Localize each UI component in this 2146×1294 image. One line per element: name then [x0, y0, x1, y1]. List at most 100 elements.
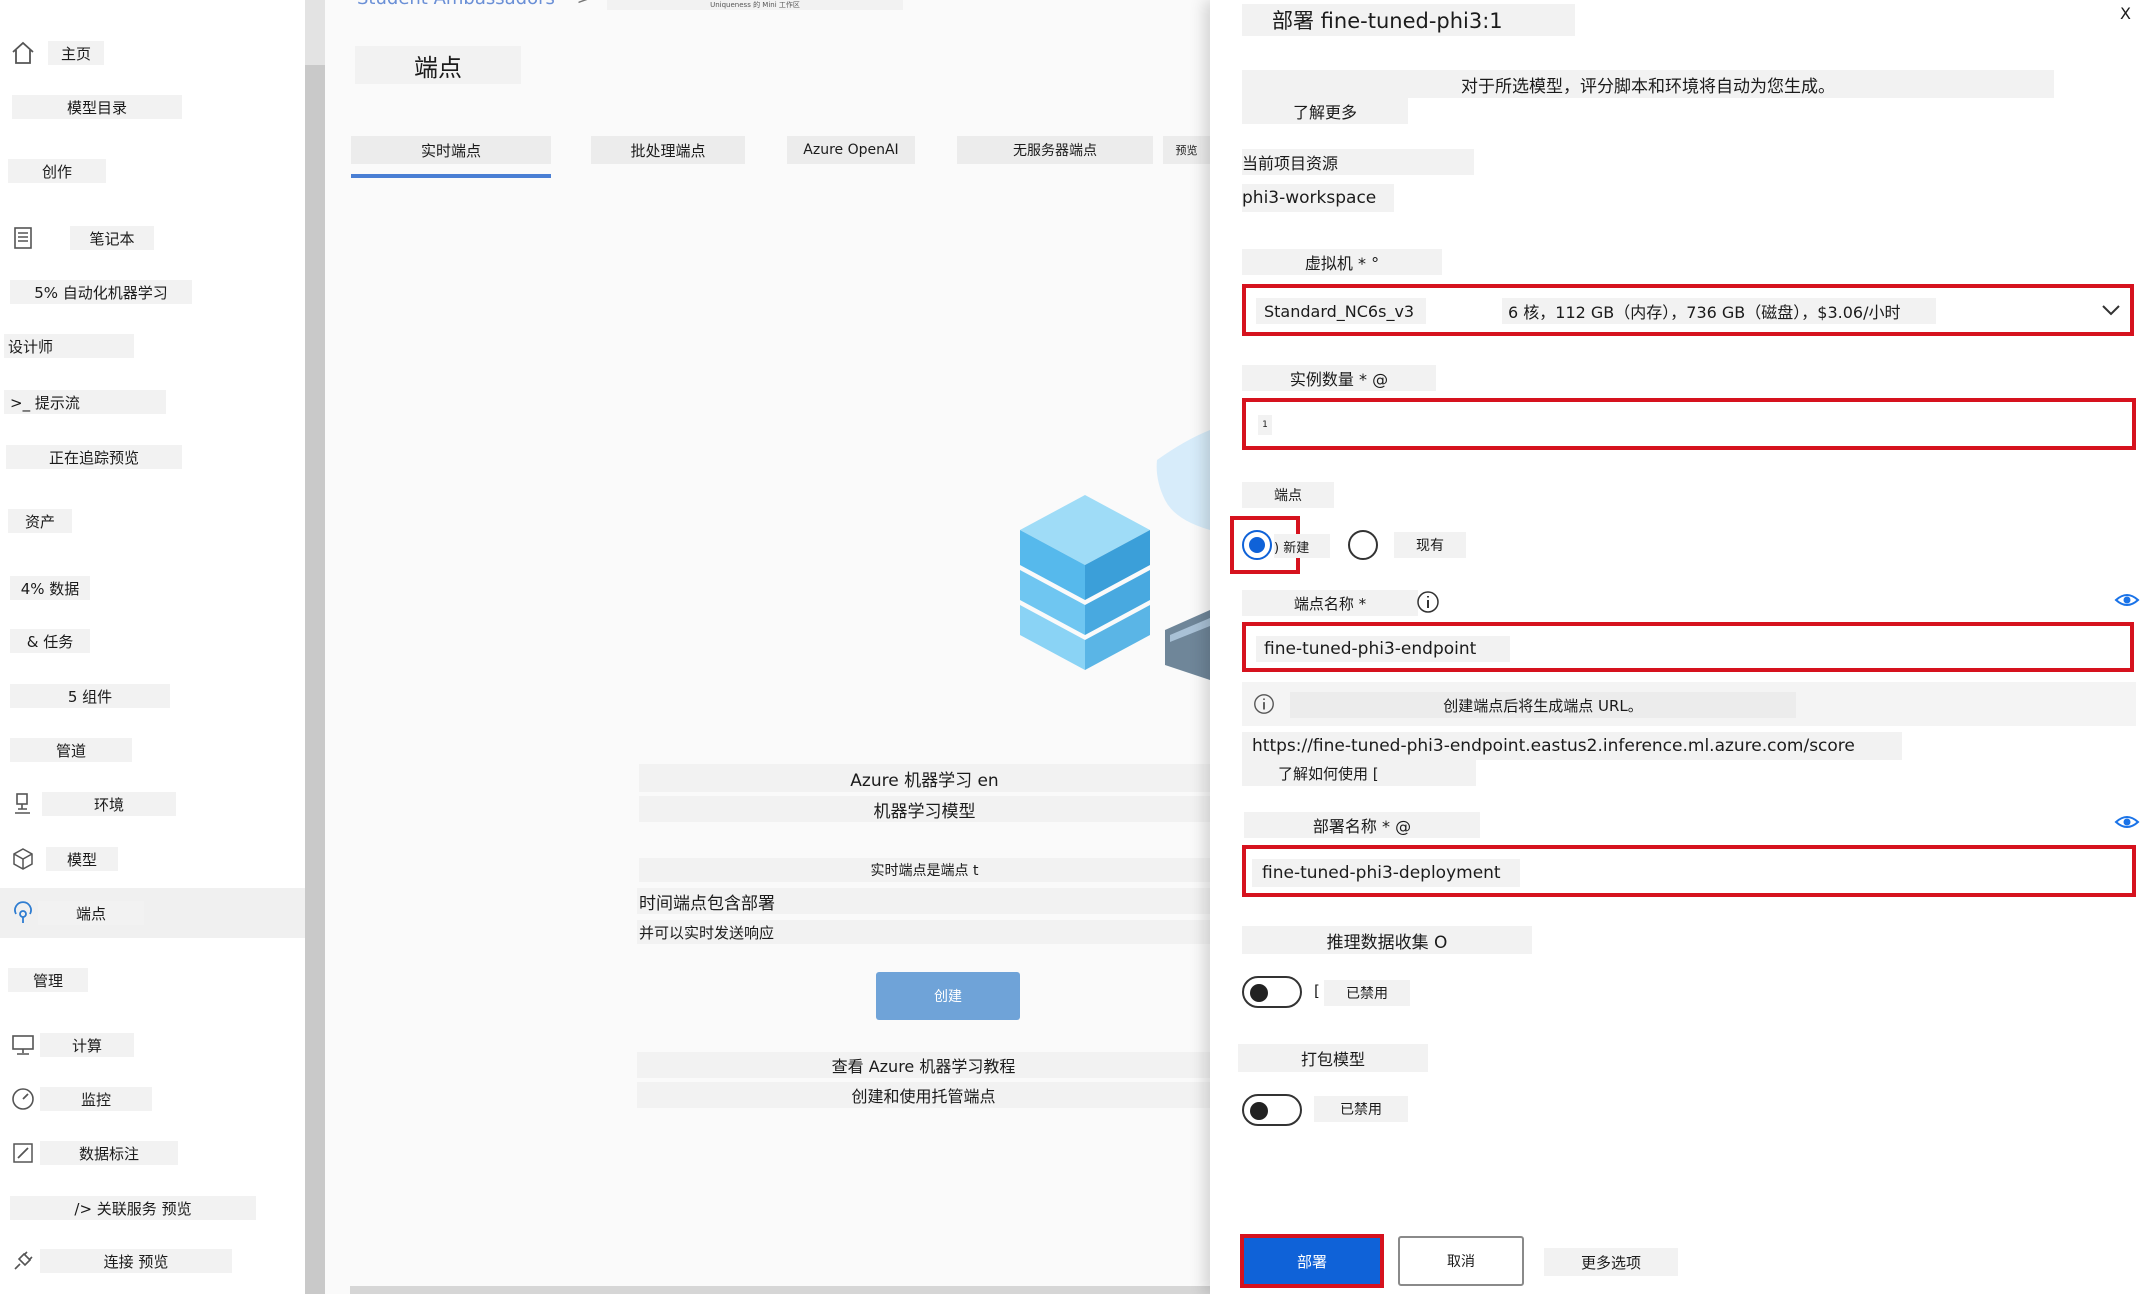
sidebar-section-assets: 资产 [0, 496, 305, 546]
current-resource-label: 当前项目资源 [1242, 149, 1474, 175]
eye-icon[interactable] [2114, 590, 2140, 610]
sidebar-item-label: 监控 [40, 1087, 152, 1111]
sidebar-item-label: 5 组件 [10, 684, 170, 708]
chevron-down-icon [2102, 305, 2120, 316]
endpoint-illustration [1020, 430, 1210, 680]
sidebar-item-label: 环境 [42, 792, 176, 816]
radio-existing-label: 现有 [1394, 532, 1466, 558]
inference-data-toggle[interactable] [1242, 976, 1302, 1008]
package-model-label: 打包模型 [1238, 1044, 1428, 1072]
sidebar-item-designer[interactable]: 设计师 [0, 322, 305, 372]
url-info-text: 创建端点后将生成端点 URL。 [1290, 692, 1796, 718]
sidebar-item-label: 管道 [10, 738, 132, 762]
tab-serverless-endpoints[interactable]: 无服务器端点 [957, 136, 1153, 164]
sidebar-item-jobs[interactable]: & 任务 [0, 616, 305, 666]
tab-realtime-endpoints[interactable]: 实时端点 [351, 136, 551, 164]
endpoint-name-value: fine-tuned-phi3-endpoint [1256, 636, 1510, 662]
tutorial-link[interactable]: 查看 Azure 机器学习教程 [637, 1052, 1210, 1078]
sidebar-item-notebooks[interactable]: 笔记本 [0, 213, 305, 263]
endpoint-name-input[interactable]: fine-tuned-phi3-endpoint [1242, 622, 2134, 672]
sidebar-item-label: 端点 [38, 901, 144, 925]
breadcrumb[interactable]: Student Ambassadors > [357, 0, 592, 9]
sidebar-item-environments[interactable]: 环境 [0, 779, 305, 829]
endpoint-name-label: 端点名称 * [1242, 590, 1418, 616]
sidebar-section-label: 创作 [8, 159, 106, 183]
panel-intro: 对于所选模型，评分脚本和环境将自动为您生成。 [1242, 70, 2054, 98]
plug-icon [14, 1251, 33, 1270]
deployment-name-label: 部署名称 * @ [1244, 812, 1480, 838]
cancel-button[interactable]: 取消 [1398, 1236, 1524, 1286]
instance-count-label: 实例数量 * @ [1242, 365, 1436, 391]
sidebar-item-automl[interactable]: 5% 自动化机器学习 [0, 267, 305, 317]
cube-icon [13, 848, 33, 870]
horizontal-scrollbar[interactable] [350, 1286, 1210, 1294]
sidebar-section-label: 管理 [8, 968, 88, 992]
sidebar-item-label: 主页 [48, 41, 104, 65]
active-tab-indicator [351, 174, 551, 178]
sidebar-item-label: 数据标注 [40, 1141, 178, 1165]
sidebar-item-data[interactable]: 4% 数据 [0, 563, 305, 613]
eye-icon[interactable] [2114, 812, 2140, 832]
package-model-state: 已禁用 [1314, 1096, 1408, 1122]
sidebar-item-label: 4% 数据 [10, 576, 90, 600]
more-options-button[interactable]: 更多选项 [1544, 1248, 1678, 1276]
sidebar-item-label: 模型目录 [12, 95, 182, 119]
sidebar-item-data-labeling[interactable]: 数据标注 [0, 1128, 305, 1178]
vm-select-name: Standard_NC6s_v3 [1256, 298, 1426, 324]
sidebar-item-connections[interactable]: 连接 预览 [0, 1236, 305, 1286]
instance-count-input[interactable]: 1 [1242, 398, 2136, 450]
learn-how-to-use-link[interactable]: 了解如何使用 [ [1242, 760, 1476, 786]
edit-icon [13, 1143, 33, 1163]
info-icon [1254, 694, 1274, 714]
deployment-name-input[interactable]: fine-tuned-phi3-deployment [1242, 845, 2136, 897]
breadcrumb-workspace[interactable]: Uniqueness 的 Mini 工作区 [607, 0, 903, 10]
info-icon[interactable] [1415, 589, 1441, 615]
empty-state-desc-1: 实时端点是端点 t [639, 858, 1210, 882]
sidebar-item-label: 计算 [40, 1033, 134, 1057]
endpoint-new-option[interactable]: ) 新建 [1230, 516, 1330, 574]
instance-count-value: 1 [1258, 415, 1272, 435]
sidebar-item-pipelines[interactable]: 管道 [0, 725, 305, 775]
endpoint-icon [14, 901, 32, 923]
sidebar-item-models[interactable]: 模型 [0, 834, 305, 884]
empty-state-desc-3: 并可以实时发送响应 [637, 920, 1210, 944]
tab-batch-endpoints[interactable]: 批处理端点 [591, 136, 745, 164]
sidebar-item-components[interactable]: 5 组件 [0, 671, 305, 721]
sidebar-item-endpoints[interactable]: 端点 [0, 888, 305, 938]
home-icon [12, 41, 34, 64]
scrollbar-thumb[interactable] [305, 65, 325, 1294]
toggle-knob [1250, 1102, 1268, 1120]
gauge-icon [12, 1088, 34, 1110]
deploy-panel: 部署 fine-tuned-phi3:1 X 对于所选模型，评分脚本和环境将自动… [1210, 0, 2146, 1294]
sidebar-item-tracing[interactable]: 正在追踪预览 [0, 432, 305, 482]
sidebar-item-home[interactable]: 主页 [0, 28, 305, 78]
create-endpoint-button[interactable]: 创建 [876, 972, 1020, 1020]
vm-select-spec: 6 核，112 GB（内存），736 GB（磁盘），$3.06/小时 [1502, 298, 1936, 324]
deployment-name-value: fine-tuned-phi3-deployment [1252, 859, 1520, 887]
sidebar-scrollbar[interactable] [305, 0, 325, 1294]
tab-azure-openai[interactable]: Azure OpenAI [787, 136, 915, 164]
sidebar-item-label: 连接 预览 [40, 1249, 232, 1273]
sidebar-item-monitoring[interactable]: 监控 [0, 1074, 305, 1124]
sidebar-item-prompt-flow[interactable]: >_ 提示流 [0, 377, 305, 427]
sidebar-item-label: >_ 提示流 [4, 390, 166, 414]
endpoint-label: 端点 [1242, 482, 1334, 508]
sidebar-item-model-catalog[interactable]: 模型目录 [0, 82, 305, 132]
close-button[interactable]: X [2120, 4, 2131, 23]
radio-new[interactable] [1242, 530, 1272, 560]
breadcrumb-link[interactable]: Student Ambassadors [357, 0, 555, 9]
sidebar-item-compute[interactable]: 计算 [0, 1020, 305, 1070]
radio-existing[interactable] [1348, 530, 1378, 560]
package-model-toggle[interactable] [1242, 1094, 1302, 1126]
deploy-button[interactable]: 部署 [1240, 1234, 1384, 1288]
sidebar-item-label: & 任务 [10, 629, 90, 653]
url-info-banner: 创建端点后将生成端点 URL。 [1242, 682, 2136, 726]
endpoint-url: https://fine-tuned-phi3-endpoint.eastus2… [1242, 732, 1902, 760]
inference-data-state: 已禁用 [1324, 980, 1410, 1006]
managed-endpoint-link[interactable]: 创建和使用托管端点 [637, 1082, 1210, 1108]
sidebar-item-label: 笔记本 [70, 226, 154, 250]
vm-select[interactable]: Standard_NC6s_v3 6 核，112 GB（内存），736 GB（磁… [1242, 284, 2134, 336]
sidebar-item-linked-services[interactable]: /> 关联服务 预览 [0, 1183, 305, 1233]
learn-more-link[interactable]: 了解更多 [1242, 98, 1408, 124]
toggle-knob [1250, 984, 1268, 1002]
